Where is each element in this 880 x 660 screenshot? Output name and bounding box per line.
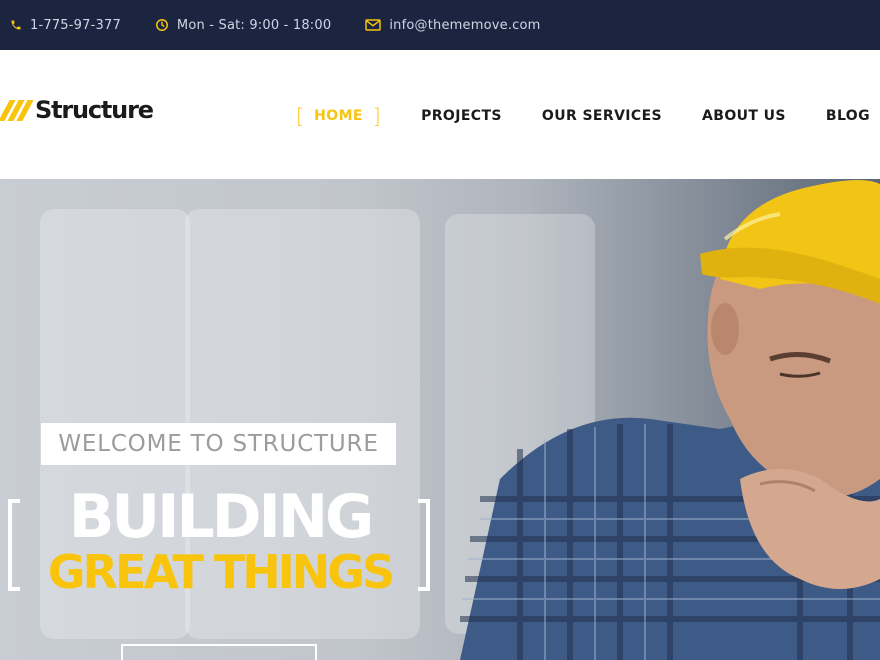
nav-home-label: HOME (314, 108, 363, 124)
hours-text: Mon - Sat: 9:00 - 18:00 (176, 17, 332, 33)
phone-number: 1-775-97-377 (30, 17, 121, 33)
site-header: Structure [ HOME ] PROJECTS OUR SERVICES… (0, 50, 880, 179)
hero-bracket-left (8, 499, 20, 591)
hero-cta-button[interactable] (121, 644, 317, 660)
clock-icon (155, 18, 169, 32)
logo-slashes-icon (0, 99, 34, 121)
envelope-icon (365, 19, 382, 31)
email-address: info@thememove.com (389, 17, 541, 33)
site-logo[interactable]: Structure (0, 96, 154, 124)
nav-blog[interactable]: BLOG (826, 108, 870, 124)
logo-text: Structure (35, 96, 154, 124)
business-hours: Mon - Sat: 9:00 - 18:00 (155, 18, 331, 33)
nav-projects[interactable]: PROJECTS (421, 108, 502, 124)
hero-title-line1: BUILDING (68, 482, 375, 552)
phone-contact[interactable]: 1-775-97-377 (10, 18, 121, 33)
hero-title-line2: GREAT THINGS (47, 545, 395, 599)
nav-active-bracket-left: [ (295, 104, 305, 128)
email-contact[interactable]: info@thememove.com (365, 18, 540, 33)
construction-worker-image (460, 180, 880, 660)
hero-bracket-right (418, 499, 430, 591)
hero-slider: WELCOME TO STRUCTURE BUILDING GREAT THIN… (0, 179, 880, 660)
main-nav: [ HOME ] PROJECTS OUR SERVICES ABOUT US … (296, 106, 870, 126)
phone-icon (10, 19, 22, 31)
nav-our-services[interactable]: OUR SERVICES (542, 108, 662, 124)
nav-about-us[interactable]: ABOUT US (702, 108, 786, 124)
nav-active-bracket-right: ] (372, 104, 382, 128)
top-contact-bar: 1-775-97-377 Mon - Sat: 9:00 - 18:00 inf… (0, 0, 880, 50)
welcome-banner: WELCOME TO STRUCTURE (41, 423, 396, 465)
nav-home[interactable]: [ HOME ] (296, 106, 381, 126)
